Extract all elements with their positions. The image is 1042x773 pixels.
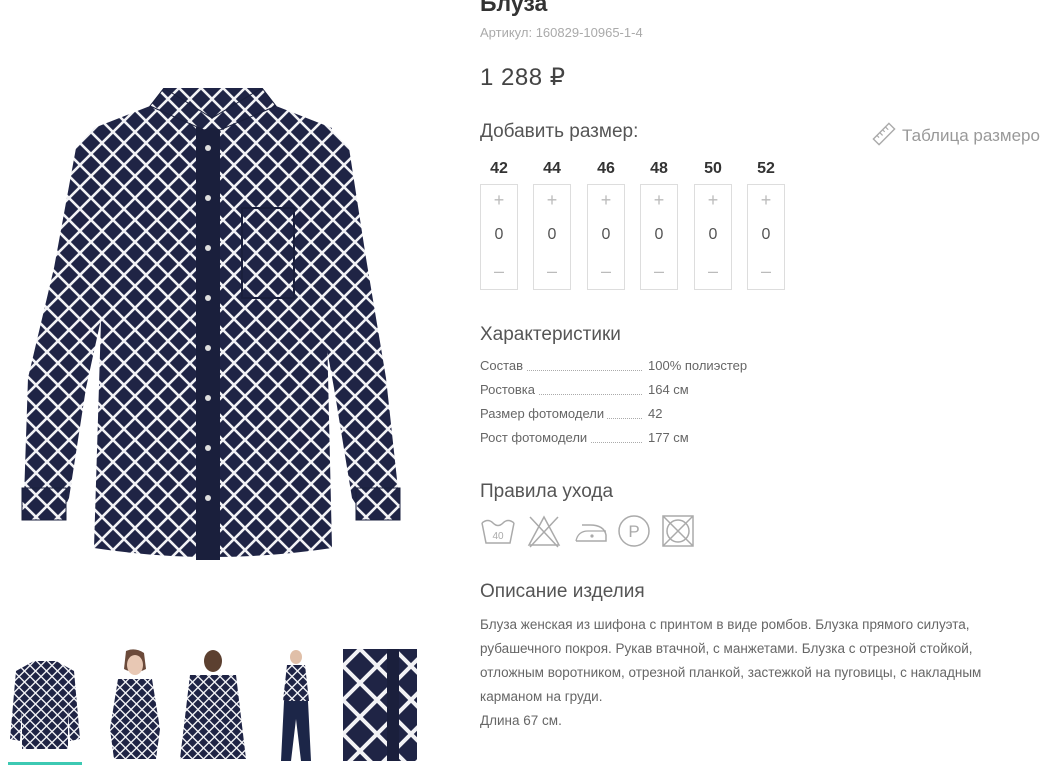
- increment-button[interactable]: +: [534, 190, 570, 211]
- characteristics-heading: Характеристики: [480, 324, 621, 345]
- size-label: 52: [757, 160, 775, 177]
- wash-40-icon: 40: [480, 513, 516, 554]
- no-bleach-icon: [526, 513, 562, 554]
- description-length: Длина 67 см.: [480, 713, 562, 728]
- size-label: 48: [650, 160, 668, 177]
- increment-button[interactable]: +: [695, 190, 731, 211]
- size-column-50: 50 + 0 –: [694, 159, 732, 290]
- increment-button[interactable]: +: [641, 190, 677, 211]
- size-label: 46: [597, 160, 615, 177]
- product-price: 1 288 ₽: [480, 64, 566, 91]
- wash-temp: 40: [492, 531, 504, 542]
- characteristic-value: 42: [648, 406, 663, 421]
- decrement-button[interactable]: –: [534, 261, 570, 282]
- decrement-button[interactable]: –: [588, 261, 624, 282]
- quantity-value[interactable]: 0: [748, 226, 784, 244]
- decrement-button[interactable]: –: [695, 261, 731, 282]
- characteristics-list: Состав 100% полиэстер Ростовка 164 см Ра…: [480, 355, 780, 451]
- ruler-icon: [872, 122, 896, 151]
- characteristic-value: 164 см: [648, 382, 689, 397]
- iron-low-icon: [572, 513, 610, 554]
- characteristic-name: Рост фотомодели: [480, 430, 591, 445]
- increment-button[interactable]: +: [748, 190, 784, 211]
- description-heading: Описание изделия: [480, 581, 645, 602]
- size-column-42: 42 + 0 –: [480, 159, 518, 290]
- description-text: Блуза женская из шифона с принтом в виде…: [480, 617, 982, 704]
- quantity-value[interactable]: 0: [481, 226, 517, 244]
- no-tumble-dry-icon: [660, 513, 696, 554]
- product-title: Блуза: [480, 0, 548, 16]
- quantity-stepper: + 0 –: [747, 184, 785, 290]
- decrement-button[interactable]: –: [481, 261, 517, 282]
- characteristic-name: Размер фотомодели: [480, 406, 608, 421]
- quantity-stepper: + 0 –: [694, 184, 732, 290]
- quantity-value[interactable]: 0: [534, 226, 570, 244]
- add-size-heading: Добавить размер:: [480, 121, 639, 142]
- quantity-stepper: + 0 –: [480, 184, 518, 290]
- characteristic-row: Ростовка 164 см: [480, 379, 780, 403]
- thumbnail-blouse-back[interactable]: [176, 649, 250, 761]
- characteristic-row: Рост фотомодели 177 см: [480, 427, 780, 451]
- quantity-stepper: + 0 –: [533, 184, 571, 290]
- characteristic-row: Размер фотомодели 42: [480, 403, 780, 427]
- size-label: 50: [704, 160, 722, 177]
- size-table-link[interactable]: Таблица размеро: [872, 122, 1040, 151]
- quantity-value[interactable]: 0: [588, 226, 624, 244]
- quantity-value[interactable]: 0: [695, 226, 731, 244]
- quantity-stepper: + 0 –: [640, 184, 678, 290]
- size-label: 44: [543, 160, 561, 177]
- product-sku: Артикул: 160829-10965-1-4: [480, 25, 643, 40]
- product-description: Блуза женская из шифона с принтом в виде…: [480, 613, 1030, 733]
- decrement-button[interactable]: –: [748, 261, 784, 282]
- characteristic-value: 100% полиэстер: [648, 358, 748, 373]
- size-table-label: Таблица размеро: [902, 125, 1040, 145]
- increment-button[interactable]: +: [588, 190, 624, 211]
- thumbnail-strip: [8, 649, 428, 773]
- dry-clean-p-icon: P: [616, 513, 652, 554]
- care-heading: Правила ухода: [480, 481, 614, 502]
- thumbnail-model-full[interactable]: [259, 649, 333, 761]
- main-product-photo[interactable]: [14, 87, 409, 563]
- size-column-46: 46 + 0 –: [587, 159, 625, 290]
- quantity-stepper: + 0 –: [587, 184, 625, 290]
- thumbnail-fabric-closeup[interactable]: [343, 649, 417, 761]
- characteristic-name: Ростовка: [480, 382, 538, 397]
- size-column-52: 52 + 0 –: [747, 159, 785, 290]
- decrement-button[interactable]: –: [641, 261, 677, 282]
- thumbnail-model-front[interactable]: [98, 649, 172, 761]
- size-label: 42: [490, 160, 508, 177]
- size-column-48: 48 + 0 –: [640, 159, 678, 290]
- active-thumbnail-indicator: [8, 762, 82, 765]
- thumbnail-blouse-flat[interactable]: [8, 649, 82, 761]
- characteristic-value: 177 см: [648, 430, 689, 445]
- sku-label: Артикул:: [480, 25, 533, 40]
- dry-clean-letter: P: [628, 522, 639, 541]
- characteristic-row: Состав 100% полиэстер: [480, 355, 780, 379]
- increment-button[interactable]: +: [481, 190, 517, 211]
- sku-value: 160829-10965-1-4: [535, 25, 643, 40]
- characteristic-name: Состав: [480, 358, 527, 373]
- quantity-value[interactable]: 0: [641, 226, 677, 244]
- size-column-44: 44 + 0 –: [533, 159, 571, 290]
